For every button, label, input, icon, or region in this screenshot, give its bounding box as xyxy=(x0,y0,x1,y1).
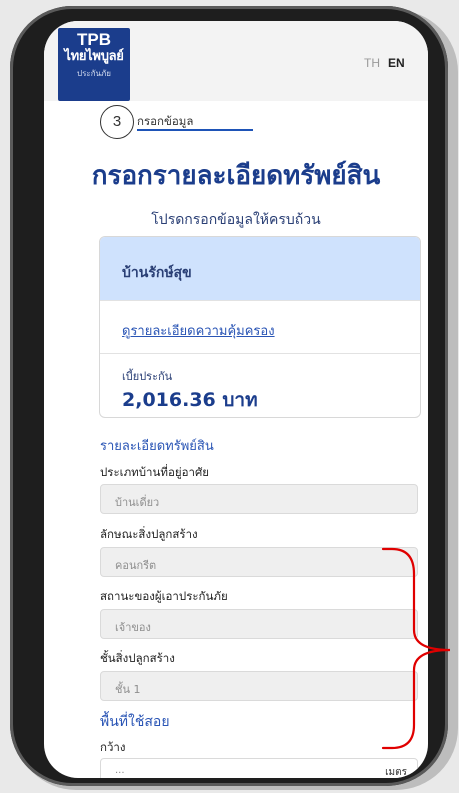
language-en-button[interactable]: EN xyxy=(388,56,405,70)
coverage-details-link[interactable]: ดูรายละเอียดความคุ้มครอง xyxy=(122,320,275,341)
building-type-value: คอนกรีต xyxy=(115,559,157,572)
house-type-field[interactable]: บ้านเดี่ยว xyxy=(100,484,418,514)
premium-label: เบี้ยประกัน xyxy=(122,370,173,383)
building-floor-field[interactable]: ชั้น 1 xyxy=(100,671,418,701)
plan-card-header: บ้านรักษ์สุข xyxy=(100,237,420,300)
step-indicator: 3 กรอกข้อมูล xyxy=(100,105,253,141)
logo-thai-text: ไทยไพบูลย์ xyxy=(64,49,124,64)
plan-name: บ้านรักษ์สุข xyxy=(122,265,192,281)
tpb-logo[interactable]: TPB ไทยไพบูลย์ ประกันภัย xyxy=(58,28,130,101)
app-header: TPB ไทยไพบูลย์ ประกันภัย TH EN xyxy=(44,21,428,101)
asset-section-title: รายละเอียดทรัพย์สิน xyxy=(100,439,214,454)
card-divider xyxy=(100,300,420,301)
building-floor-value: ชั้น 1 xyxy=(115,683,141,696)
step-number: 3 xyxy=(100,105,134,139)
house-type-value: บ้านเดี่ยว xyxy=(115,496,160,509)
width-label: กว้าง xyxy=(100,740,126,754)
house-type-label: ประเภทบ้านที่อยู่อาศัย xyxy=(100,465,209,479)
usable-area-title: พื้นที่ใช้สอย xyxy=(100,714,170,730)
insured-status-field[interactable]: เจ้าของ xyxy=(100,609,418,639)
width-input-value: ... xyxy=(115,765,125,776)
premium-value: 2,016.36 บาท xyxy=(122,389,258,411)
logo-brand-text: TPB xyxy=(77,30,111,49)
plan-card: บ้านรักษ์สุข ดูรายละเอียดความคุ้มครอง เบ… xyxy=(99,236,421,418)
phone-screen: TPB ไทยไพบูลย์ ประกันภัย TH EN 3 กรอกข้อ… xyxy=(44,21,428,778)
step-progress-line xyxy=(137,129,253,131)
page-title: กรอกรายละเอียดทรัพย์สิน xyxy=(91,161,381,191)
phone-frame: TPB ไทยไพบูลย์ ประกันภัย TH EN 3 กรอกข้อ… xyxy=(10,6,448,786)
insured-status-label: สถานะของผู้เอาประกันภัย xyxy=(100,589,228,603)
building-type-label: ลักษณะสิ่งปลูกสร้าง xyxy=(100,527,198,541)
building-type-field[interactable]: คอนกรีต xyxy=(100,547,418,577)
width-input[interactable]: ... เมตร xyxy=(100,758,418,778)
language-th-button[interactable]: TH xyxy=(364,56,380,70)
width-unit: เมตร xyxy=(385,767,407,778)
card-divider xyxy=(100,353,420,354)
page-subtitle: โปรดกรอกข้อมูลให้ครบถ้วน xyxy=(151,212,321,228)
insured-status-value: เจ้าของ xyxy=(115,621,151,634)
logo-sub-text: ประกันภัย xyxy=(77,69,111,78)
building-floor-label: ชั้นสิ่งปลูกสร้าง xyxy=(100,651,175,665)
